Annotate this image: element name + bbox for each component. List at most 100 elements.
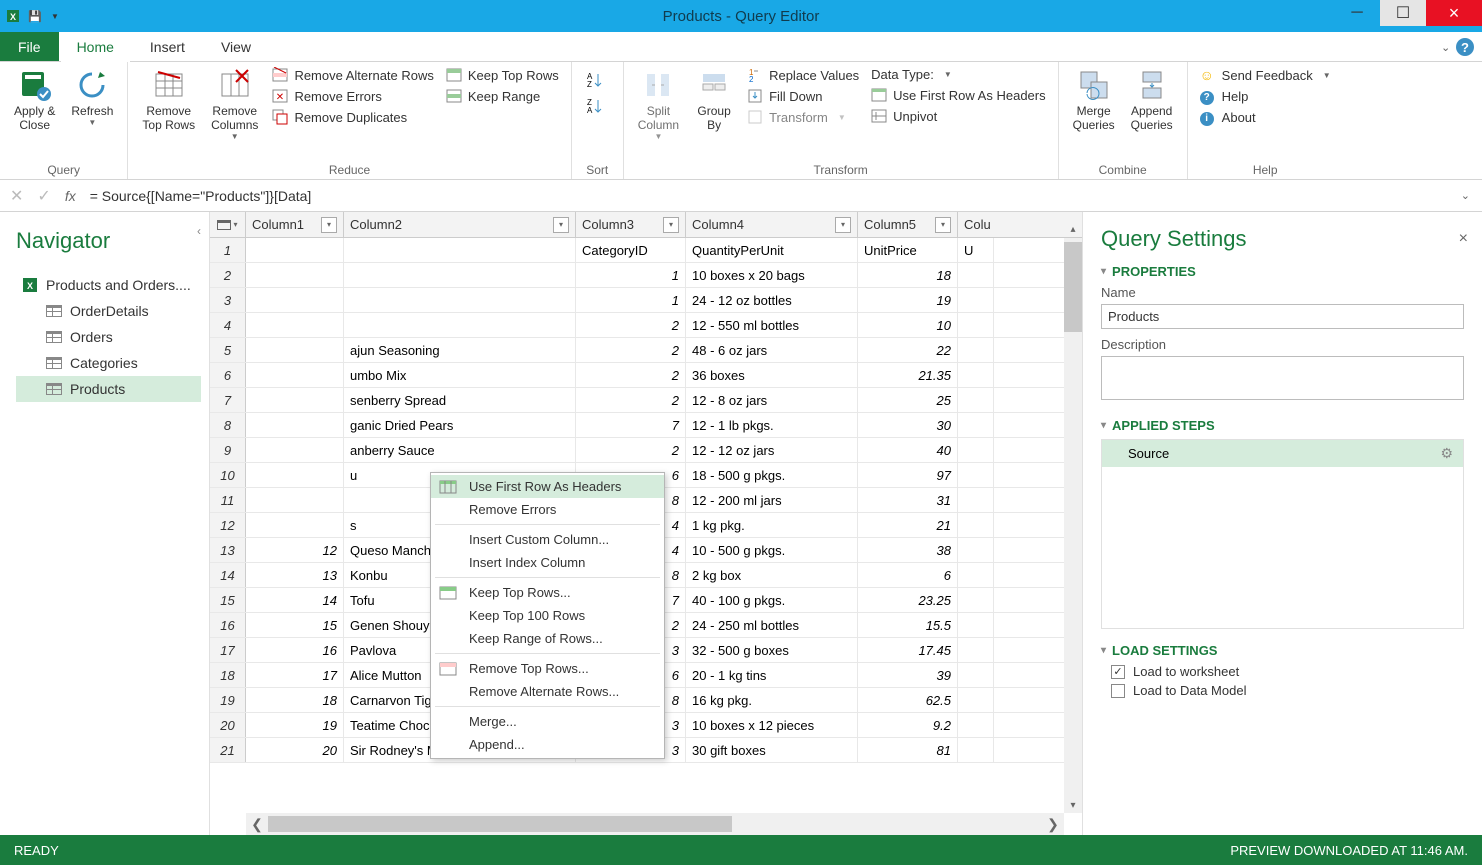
row-number[interactable]: 18 [210,663,246,687]
description-input[interactable] [1101,356,1464,400]
cm-insert-custom[interactable]: Insert Custom Column... [431,528,664,551]
transform-button[interactable]: Transform▼ [743,108,863,126]
keep-top-rows-button[interactable]: Keep Top Rows [442,66,563,84]
column-header-2[interactable]: Column2▾ [344,212,576,237]
filter-icon[interactable]: ▾ [663,217,679,233]
home-tab[interactable]: Home [59,32,132,61]
split-column-button[interactable]: Split Column▼ [632,66,685,143]
cm-append[interactable]: Append... [431,733,664,756]
row-number[interactable]: 6 [210,363,246,387]
column-header-1[interactable]: Column1▾ [246,212,344,237]
fill-down-button[interactable]: Fill Down [743,87,863,105]
row-number[interactable]: 17 [210,638,246,662]
help-button[interactable]: ?Help [1196,87,1335,105]
column-header-6[interactable]: Colu [958,212,994,237]
row-number[interactable]: 10 [210,463,246,487]
properties-header[interactable]: ▾PROPERTIES [1101,264,1464,279]
row-number[interactable]: 2 [210,263,246,287]
filter-icon[interactable]: ▾ [553,217,569,233]
close-settings-icon[interactable]: × [1459,230,1468,248]
data-type-button[interactable]: Data Type:▼ [867,66,1049,83]
accept-formula-icon[interactable]: ✓ [37,186,50,206]
maximize-button[interactable]: ☐ [1380,0,1426,26]
cm-use-first-row[interactable]: Use First Row As Headers [431,475,664,498]
row-number[interactable]: 14 [210,563,246,587]
navigator-collapse-icon[interactable]: ‹ [197,224,201,238]
merge-queries-button[interactable]: Merge Queries [1067,66,1121,134]
load-settings-header[interactable]: ▾LOAD SETTINGS [1101,643,1464,658]
nav-item-products[interactable]: Products [16,376,201,402]
remove-alternate-rows-button[interactable]: Remove Alternate Rows [268,66,437,84]
formula-input[interactable]: = Source{[Name="Products"]}[Data] [90,188,1472,204]
unpivot-button[interactable]: Unpivot [867,107,1049,125]
cm-keep-range[interactable]: Keep Range of Rows... [431,627,664,650]
sort-asc-button[interactable]: AZ [580,70,608,90]
about-button[interactable]: iAbout [1196,108,1335,126]
file-tab[interactable]: File [0,32,59,61]
group-by-button[interactable]: Group By [689,66,739,134]
cm-remove-top[interactable]: Remove Top Rows... [431,657,664,680]
row-number[interactable]: 1 [210,238,246,262]
row-number[interactable]: 20 [210,713,246,737]
row-number[interactable]: 4 [210,313,246,337]
cm-remove-errors[interactable]: Remove Errors [431,498,664,521]
use-first-row-button[interactable]: Use First Row As Headers [867,86,1049,104]
row-number[interactable]: 5 [210,338,246,362]
refresh-button[interactable]: Refresh▼ [65,66,119,129]
vertical-scrollbar[interactable]: ▴▾ [1064,238,1082,813]
column-header-3[interactable]: Column3▾ [576,212,686,237]
row-number[interactable]: 19 [210,688,246,712]
view-tab[interactable]: View [203,32,269,61]
row-number[interactable]: 21 [210,738,246,762]
cm-insert-index[interactable]: Insert Index Column [431,551,664,574]
gear-icon[interactable]: ⚙ [1440,445,1453,462]
sort-desc-button[interactable]: ZA [580,96,608,116]
filter-icon[interactable]: ▾ [835,217,851,233]
insert-tab[interactable]: Insert [132,32,203,61]
load-worksheet-checkbox[interactable]: ✓Load to worksheet [1111,664,1464,679]
cancel-formula-icon[interactable]: ✕ [10,186,23,206]
cm-merge[interactable]: Merge... [431,710,664,733]
cm-keep-top-100[interactable]: Keep Top 100 Rows [431,604,664,627]
select-all-corner[interactable]: ▾ [210,212,246,237]
close-button[interactable]: × [1426,0,1482,26]
name-input[interactable] [1101,304,1464,329]
load-datamodel-checkbox[interactable]: Load to Data Model [1111,683,1464,698]
remove-columns-button[interactable]: Remove Columns▼ [205,66,264,143]
filter-icon[interactable]: ▾ [321,217,337,233]
collapse-ribbon-icon[interactable]: ⌃ [1441,40,1450,53]
cm-keep-top[interactable]: Keep Top Rows... [431,581,664,604]
row-number[interactable]: 3 [210,288,246,312]
replace-values-button[interactable]: 12Replace Values [743,66,863,84]
qat-save-icon[interactable]: 💾 [26,7,44,25]
nav-item-orderdetails[interactable]: OrderDetails [16,298,201,324]
minimize-button[interactable]: ─ [1334,0,1380,26]
horizontal-scrollbar[interactable]: ❮❯ [246,813,1064,835]
help-icon[interactable]: ? [1456,38,1474,56]
step-source[interactable]: Source⚙ [1102,440,1463,467]
cm-remove-alternate[interactable]: Remove Alternate Rows... [431,680,664,703]
send-feedback-button[interactable]: ☺Send Feedback▼ [1196,66,1335,84]
nav-item-categories[interactable]: Categories [16,350,201,376]
filter-icon[interactable]: ▾ [935,217,951,233]
row-number[interactable]: 13 [210,538,246,562]
row-number[interactable]: 16 [210,613,246,637]
nav-root[interactable]: XProducts and Orders.... [16,272,201,298]
remove-duplicates-button[interactable]: Remove Duplicates [268,108,437,126]
append-queries-button[interactable]: Append Queries [1125,66,1179,134]
column-header-5[interactable]: Column5▾ [858,212,958,237]
row-number[interactable]: 8 [210,413,246,437]
qat-dropdown-icon[interactable]: ▼ [46,7,64,25]
keep-range-button[interactable]: Keep Range [442,87,563,105]
row-number[interactable]: 15 [210,588,246,612]
nav-item-orders[interactable]: Orders [16,324,201,350]
remove-errors-button[interactable]: ✕Remove Errors [268,87,437,105]
applied-steps-header[interactable]: ▾APPLIED STEPS [1101,418,1464,433]
column-header-4[interactable]: Column4▾ [686,212,858,237]
row-number[interactable]: 9 [210,438,246,462]
apply-close-button[interactable]: Apply & Close [8,66,61,134]
remove-top-rows-button[interactable]: Remove Top Rows [136,66,201,134]
row-number[interactable]: 11 [210,488,246,512]
row-number[interactable]: 12 [210,513,246,537]
row-number[interactable]: 7 [210,388,246,412]
